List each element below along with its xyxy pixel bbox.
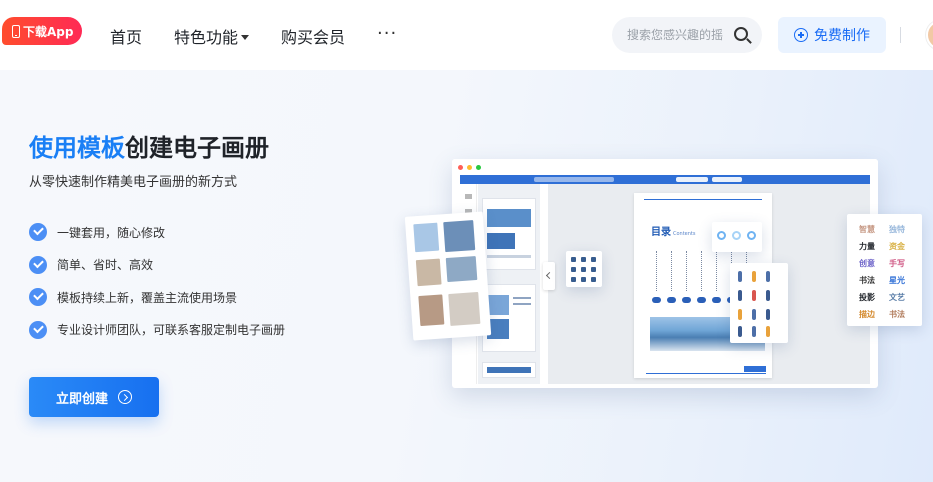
nav-item-features[interactable]: 特色功能 <box>174 24 250 48</box>
close-dot-icon <box>458 164 463 170</box>
nav-label: 购买会员 <box>281 28 346 47</box>
editor-preview-illustration: 目录 Contents <box>452 159 878 388</box>
arrow-right-circle-icon <box>118 390 132 404</box>
text-sample: 智慧 <box>859 225 875 234</box>
feature-text: 专业设计师团队，可联系客服定制电子画册 <box>57 323 286 338</box>
free-create-button[interactable]: 免费制作 <box>778 17 886 53</box>
check-circle-icon <box>29 320 47 339</box>
header-divider <box>900 27 901 43</box>
nav-item-membership[interactable]: 购买会员 <box>281 24 345 48</box>
hero-title: 使用模板创建电子画册 <box>29 128 269 163</box>
window-titlebar <box>452 159 878 175</box>
main-nav: 首页 特色功能 购买会员 ··· <box>110 23 429 48</box>
check-circle-icon <box>29 255 47 274</box>
text-sample: 手写 <box>889 259 905 268</box>
feature-list: 一键套用，随心修改 简单、省时、高效 模板持续上新，覆盖主流使用场景 专业设计师… <box>29 216 285 346</box>
feature-text: 简单、省时、高效 <box>57 258 154 273</box>
text-sample: 资金 <box>889 242 905 251</box>
nav-label: 特色功能 <box>174 28 239 47</box>
search-icon[interactable] <box>734 27 748 41</box>
feature-text: 一键套用，随心修改 <box>57 225 166 240</box>
download-app-badge[interactable]: 下载App <box>2 17 82 45</box>
text-style-card: 智慧 独特 力量 资金 创意 手写 书法 星光 投影 文艺 描边 书法 <box>847 214 922 326</box>
feature-item: 模板持续上新，覆盖主流使用场景 <box>29 281 285 314</box>
text-sample: 星光 <box>889 276 905 285</box>
feature-item: 专业设计师团队，可联系客服定制电子画册 <box>29 314 285 347</box>
maximize-dot-icon <box>476 164 481 170</box>
check-circle-icon <box>29 288 47 307</box>
toc-title: 目录 <box>651 227 671 238</box>
nav-label: 首页 <box>110 28 143 47</box>
search-input[interactable] <box>627 28 732 42</box>
avatar[interactable] <box>926 20 933 50</box>
photo-template-card <box>404 211 492 341</box>
text-sample: 文艺 <box>889 293 905 302</box>
toc-subtitle: Contents <box>673 231 696 237</box>
download-app-label: 下载App <box>23 24 74 39</box>
top-header: 下载App 首页 特色功能 购买会员 ··· 免费制作 <box>0 0 933 70</box>
nav-item-home[interactable]: 首页 <box>110 24 142 48</box>
people-illustration-card <box>730 263 788 343</box>
text-sample: 描边 <box>859 310 875 319</box>
chart-template-card <box>712 222 762 252</box>
create-now-button[interactable]: 立即创建 <box>29 377 159 417</box>
toc-heading: 目录 Contents <box>651 223 696 238</box>
chevron-left-icon <box>543 262 555 290</box>
create-now-label: 立即创建 <box>55 391 108 407</box>
hero-title-rest: 创建电子画册 <box>125 134 269 162</box>
check-circle-icon <box>29 223 47 242</box>
hero-subtitle: 从零快速制作精美电子画册的新方式 <box>29 175 238 190</box>
icon-template-card <box>566 251 602 287</box>
hero-title-highlight: 使用模板 <box>29 134 125 162</box>
caret-down-icon <box>241 34 250 40</box>
text-sample: 独特 <box>889 225 905 234</box>
text-sample: 投影 <box>859 293 875 302</box>
more-menu-icon[interactable]: ··· <box>377 23 397 44</box>
text-sample: 书法 <box>889 310 905 319</box>
text-sample: 力量 <box>859 242 875 251</box>
text-sample: 书法 <box>859 276 875 285</box>
search-box[interactable] <box>612 17 762 53</box>
plus-circle-icon <box>794 28 808 42</box>
feature-item: 简单、省时、高效 <box>29 249 285 282</box>
minimize-dot-icon <box>467 164 472 170</box>
phone-icon <box>12 24 20 38</box>
editor-toolbar <box>460 175 870 184</box>
free-create-label: 免费制作 <box>814 28 870 44</box>
feature-item: 一键套用，随心修改 <box>29 216 285 249</box>
text-sample: 创意 <box>859 259 875 268</box>
feature-text: 模板持续上新，覆盖主流使用场景 <box>57 290 238 305</box>
